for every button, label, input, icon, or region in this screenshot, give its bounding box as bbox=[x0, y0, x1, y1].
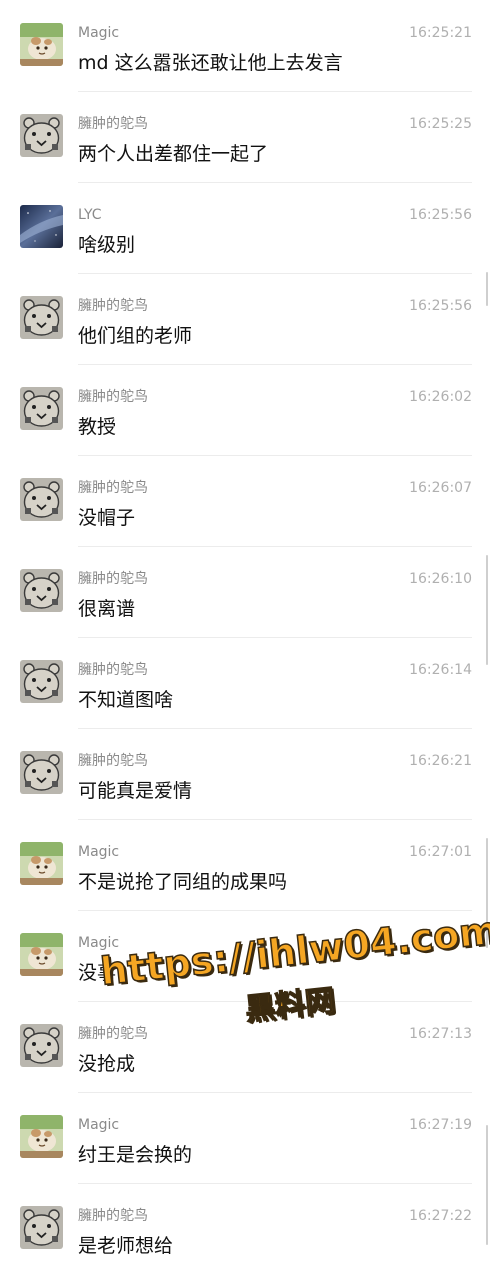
sender-name: 臃肿的鸵鸟 bbox=[78, 753, 148, 769]
chat-message-row[interactable]: 臃肿的鸵鸟 16:27:22 是老师想给 bbox=[0, 1183, 490, 1274]
message-text: 两个人出差都住一起了 bbox=[78, 143, 269, 165]
message-time: 16:25:25 bbox=[409, 116, 472, 132]
divider bbox=[78, 819, 472, 820]
chat-message-row[interactable]: Magic 16:25:21 md 这么嚣张还敢让他上去发言 bbox=[0, 0, 490, 91]
avatar-bear[interactable] bbox=[20, 114, 63, 157]
sender-name: 臃肿的鸵鸟 bbox=[78, 389, 148, 405]
message-text: 没抢成 bbox=[78, 1053, 136, 1075]
message-text: 啥级别 bbox=[78, 234, 136, 256]
avatar-bear[interactable] bbox=[20, 660, 63, 703]
message-text: 教授 bbox=[78, 416, 117, 438]
avatar-bear[interactable] bbox=[20, 751, 63, 794]
chat-message-row[interactable]: Magic 16:27:19 纣王是会换的 bbox=[0, 1092, 490, 1183]
sender-name: 臃肿的鸵鸟 bbox=[78, 298, 148, 314]
avatar-magic[interactable] bbox=[20, 933, 63, 976]
chat-message-row[interactable]: 臃肿的鸵鸟 16:26:02 教授 bbox=[0, 364, 490, 455]
scrollbar-track-mark bbox=[486, 1125, 488, 1245]
divider bbox=[78, 728, 472, 729]
message-time: 16:27:19 bbox=[409, 1117, 472, 1133]
message-time: 16:26:21 bbox=[409, 753, 472, 769]
divider bbox=[78, 273, 472, 274]
message-text: 纣王是会换的 bbox=[78, 1144, 193, 1166]
message-time: 16:26:02 bbox=[409, 389, 472, 405]
message-text: 是老师想给 bbox=[78, 1235, 174, 1257]
sender-name: 臃肿的鸵鸟 bbox=[78, 1208, 148, 1224]
message-time: 16:27:01 bbox=[409, 844, 472, 860]
avatar-bear[interactable] bbox=[20, 569, 63, 612]
sender-name: Magic bbox=[78, 844, 120, 860]
chat-message-row[interactable]: 臃肿的鸵鸟 16:26:10 很离谱 bbox=[0, 546, 490, 637]
sender-name: Magic bbox=[78, 935, 120, 951]
divider bbox=[78, 1092, 472, 1093]
divider bbox=[78, 910, 472, 911]
divider bbox=[78, 1183, 472, 1184]
avatar-bear[interactable] bbox=[20, 387, 63, 430]
avatar-magic[interactable] bbox=[20, 1115, 63, 1158]
message-time: 16:26:07 bbox=[409, 480, 472, 496]
chat-message-row[interactable]: 臃肿的鸵鸟 16:26:07 没帽子 bbox=[0, 455, 490, 546]
message-text: 没帽子 bbox=[78, 507, 136, 529]
sender-name: Magic bbox=[78, 1117, 120, 1133]
chat-message-row[interactable]: 臃肿的鸵鸟 16:26:14 不知道图啥 bbox=[0, 637, 490, 728]
chat-message-row[interactable]: Magic 没事 bbox=[0, 910, 490, 1001]
avatar-lyc[interactable] bbox=[20, 205, 63, 248]
message-time: 16:26:10 bbox=[409, 571, 472, 587]
avatar-bear[interactable] bbox=[20, 1024, 63, 1067]
divider bbox=[78, 364, 472, 365]
divider bbox=[78, 182, 472, 183]
message-time: 16:27:22 bbox=[409, 1208, 472, 1224]
divider bbox=[78, 91, 472, 92]
message-text: 不知道图啥 bbox=[78, 689, 174, 711]
avatar-bear[interactable] bbox=[20, 478, 63, 521]
sender-name: 臃肿的鸵鸟 bbox=[78, 1026, 148, 1042]
message-text: 不是说抢了同组的成果吗 bbox=[78, 871, 288, 893]
divider bbox=[78, 1001, 472, 1002]
sender-name: 臃肿的鸵鸟 bbox=[78, 116, 148, 132]
message-text: 他们组的老师 bbox=[78, 325, 193, 347]
sender-name: LYC bbox=[78, 207, 102, 223]
sender-name: 臃肿的鸵鸟 bbox=[78, 480, 148, 496]
avatar-magic[interactable] bbox=[20, 842, 63, 885]
sender-name: Magic bbox=[78, 25, 120, 41]
scrollbar-track-mark bbox=[486, 838, 488, 948]
sender-name: 臃肿的鸵鸟 bbox=[78, 662, 148, 678]
message-text: 没事 bbox=[78, 962, 117, 984]
message-time: 16:25:21 bbox=[409, 25, 472, 41]
message-time: 16:27:13 bbox=[409, 1026, 472, 1042]
scrollbar-thumb[interactable] bbox=[486, 272, 488, 306]
avatar-bear[interactable] bbox=[20, 1206, 63, 1249]
avatar-magic[interactable] bbox=[20, 23, 63, 66]
message-text: md 这么嚣张还敢让他上去发言 bbox=[78, 52, 343, 74]
chat-message-row[interactable]: 臃肿的鸵鸟 16:25:25 两个人出差都住一起了 bbox=[0, 91, 490, 182]
divider bbox=[78, 637, 472, 638]
divider bbox=[78, 455, 472, 456]
message-text: 可能真是爱情 bbox=[78, 780, 193, 802]
chat-message-row[interactable]: 臃肿的鸵鸟 16:27:13 没抢成 bbox=[0, 1001, 490, 1092]
chat-message-row[interactable]: 臃肿的鸵鸟 16:26:21 可能真是爱情 bbox=[0, 728, 490, 819]
chat-message-row[interactable]: Magic 16:27:01 不是说抢了同组的成果吗 bbox=[0, 819, 490, 910]
chat-message-row[interactable]: 臃肿的鸵鸟 16:25:56 他们组的老师 bbox=[0, 273, 490, 364]
message-text: 很离谱 bbox=[78, 598, 136, 620]
divider bbox=[78, 546, 472, 547]
message-time: 16:25:56 bbox=[409, 207, 472, 223]
sender-name: 臃肿的鸵鸟 bbox=[78, 571, 148, 587]
avatar-bear[interactable] bbox=[20, 296, 63, 339]
message-time: 16:26:14 bbox=[409, 662, 472, 678]
scrollbar-track-mark bbox=[486, 555, 488, 665]
message-time: 16:25:56 bbox=[409, 298, 472, 314]
chat-message-row[interactable]: LYC 16:25:56 啥级别 bbox=[0, 182, 490, 273]
